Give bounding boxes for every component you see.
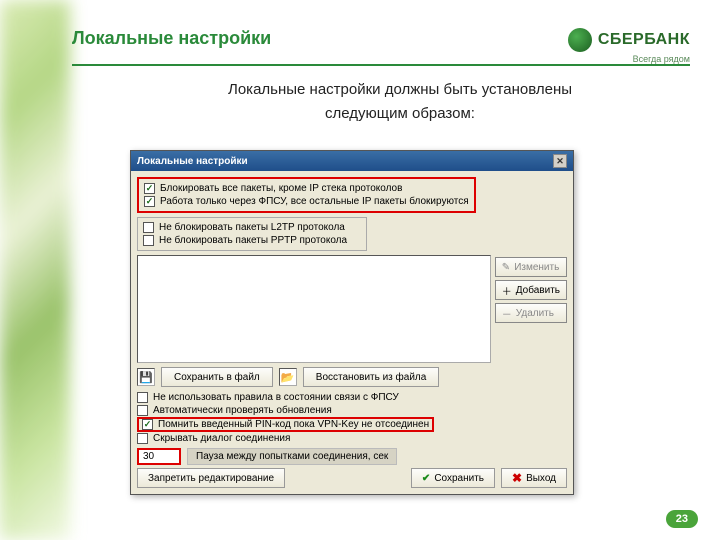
intro-text: Локальные настройки должны быть установл… [140,78,660,126]
save-button[interactable]: ✔ Сохранить [411,468,495,488]
check-icon: ✔ [422,473,430,484]
intro-line-1: Локальные настройки должны быть установл… [140,78,660,102]
restore-from-file-button[interactable]: Восстановить из файла [303,367,440,387]
label-no-rules-fpsu: Не использовать правила в состоянии связ… [153,392,399,403]
add-label: Добавить [516,285,560,296]
label-fpsu-only: Работа только через ФПСУ, все остальные … [160,196,469,207]
decorative-background [0,0,70,540]
checkbox-auto-check[interactable] [137,405,148,416]
x-icon: ✖ [512,471,522,485]
top-check-group: Блокировать все пакеты, кроме IP стека п… [137,177,476,213]
label-hide-conn: Скрывать диалог соединения [153,433,290,444]
page-number: 23 [666,510,698,528]
checkbox-block-all[interactable] [144,183,155,194]
pause-label: Пауза между попытками соединения, сек [187,448,397,465]
edit-icon: ✎ [502,262,510,273]
exit-button[interactable]: ✖ Выход [501,468,567,488]
edit-button[interactable]: ✎ Изменить [495,257,567,277]
header-divider [72,64,690,66]
folder-open-icon: 📂 [279,368,297,386]
page-title: Локальные настройки [72,28,271,49]
delete-label: Удалить [516,308,554,319]
edit-label: Изменить [514,262,559,273]
disk-icon: 💾 [137,368,155,386]
lower-check-group: Не использовать правила в состоянии связ… [137,391,567,445]
label-remember-pin: Помнить введенный PIN-код пока VPN-Key н… [158,419,429,430]
checkbox-l2tp[interactable] [143,222,154,233]
dialog-titlebar[interactable]: Локальные настройки ✕ [131,151,573,171]
proto-check-group: Не блокировать пакеты L2TP протокола Не … [137,217,367,251]
checkbox-fpsu-only[interactable] [144,196,155,207]
close-button[interactable]: ✕ [553,154,567,168]
checkbox-hide-conn[interactable] [137,433,148,444]
add-button[interactable]: ＋ Добавить [495,280,567,300]
label-auto-check: Автоматически проверять обновления [153,405,332,416]
intro-line-2: следующим образом: [140,102,660,126]
checkbox-pptp[interactable] [143,235,154,246]
plus-icon: ＋ [502,283,512,298]
settings-dialog: Локальные настройки ✕ Блокировать все па… [130,150,574,495]
checkbox-remember-pin[interactable] [142,419,153,430]
forbid-edit-button[interactable]: Запретить редактирование [137,468,285,488]
delete-button[interactable]: － Удалить [495,303,567,323]
checkbox-no-rules-fpsu[interactable] [137,392,148,403]
dialog-title: Локальные настройки [137,156,248,167]
label-block-all: Блокировать все пакеты, кроме IP стека п… [160,183,402,194]
label-l2tp: Не блокировать пакеты L2TP протокола [159,222,345,233]
pause-input[interactable]: 30 [137,448,181,465]
save-to-file-button[interactable]: Сохранить в файл [161,367,273,387]
brand-tagline: Всегда рядом [568,54,690,64]
sberbank-icon [568,28,592,52]
rules-list[interactable] [137,255,491,363]
brand-name: СБЕРБАНК [598,31,690,49]
brand-logo: СБЕРБАНК Всегда рядом [568,28,690,64]
label-pptp: Не блокировать пакеты PPTP протокола [159,235,347,246]
minus-icon: － [502,306,512,321]
